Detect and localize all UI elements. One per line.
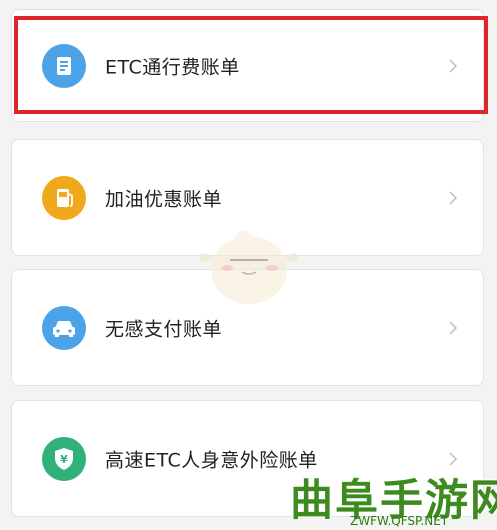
car-icon bbox=[42, 305, 86, 350]
mascot-watermark bbox=[200, 230, 298, 304]
fuel-pump-icon bbox=[42, 175, 86, 220]
bill-item-label: 高速ETC人身意外险账单 bbox=[105, 449, 318, 471]
svg-text:¥: ¥ bbox=[60, 453, 68, 466]
bill-item-label: 加油优惠账单 bbox=[105, 188, 223, 210]
watermark-url: ZWFW.QFSP.NET bbox=[350, 514, 449, 528]
chevron-right-icon bbox=[449, 451, 458, 466]
shield-yuan-icon: ¥ bbox=[42, 436, 86, 481]
chevron-right-icon bbox=[449, 190, 458, 205]
chevron-right-icon bbox=[449, 320, 458, 335]
bill-item-label: 无感支付账单 bbox=[105, 318, 223, 340]
highlight-box bbox=[14, 16, 488, 114]
